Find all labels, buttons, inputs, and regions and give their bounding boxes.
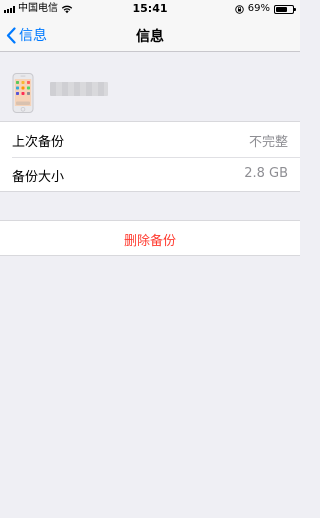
rotation-lock-icon [235,4,244,14]
device-header [0,53,300,121]
last-backup-label: 上次备份 [12,135,65,150]
status-right: 69% [235,0,296,18]
iphone-icon [12,73,34,113]
backup-size-row: 备份大小 2.8 GB [0,157,300,192]
navigation-bar: 信息 信息 [0,18,300,52]
top-bar: 中国电信 15:41 69% 信息 信息 [0,0,300,52]
backup-info-group: 上次备份 不完整 备份大小 2.8 GB [0,121,300,192]
device-name-redacted [50,82,108,96]
battery-icon [274,4,296,14]
backup-size-value: 2.8 GB [244,166,288,181]
battery-percent: 69% [247,3,270,14]
delete-backup-button[interactable]: 删除备份 [0,230,300,249]
battery-fill [276,6,288,12]
last-backup-value: 不完整 [248,135,288,150]
backup-size-label: 备份大小 [12,170,65,185]
last-backup-row: 上次备份 不完整 [0,122,300,157]
status-bar: 中国电信 15:41 69% [0,0,300,18]
page-title: 信息 [136,29,164,45]
delete-backup-group: 删除备份 [0,220,300,256]
